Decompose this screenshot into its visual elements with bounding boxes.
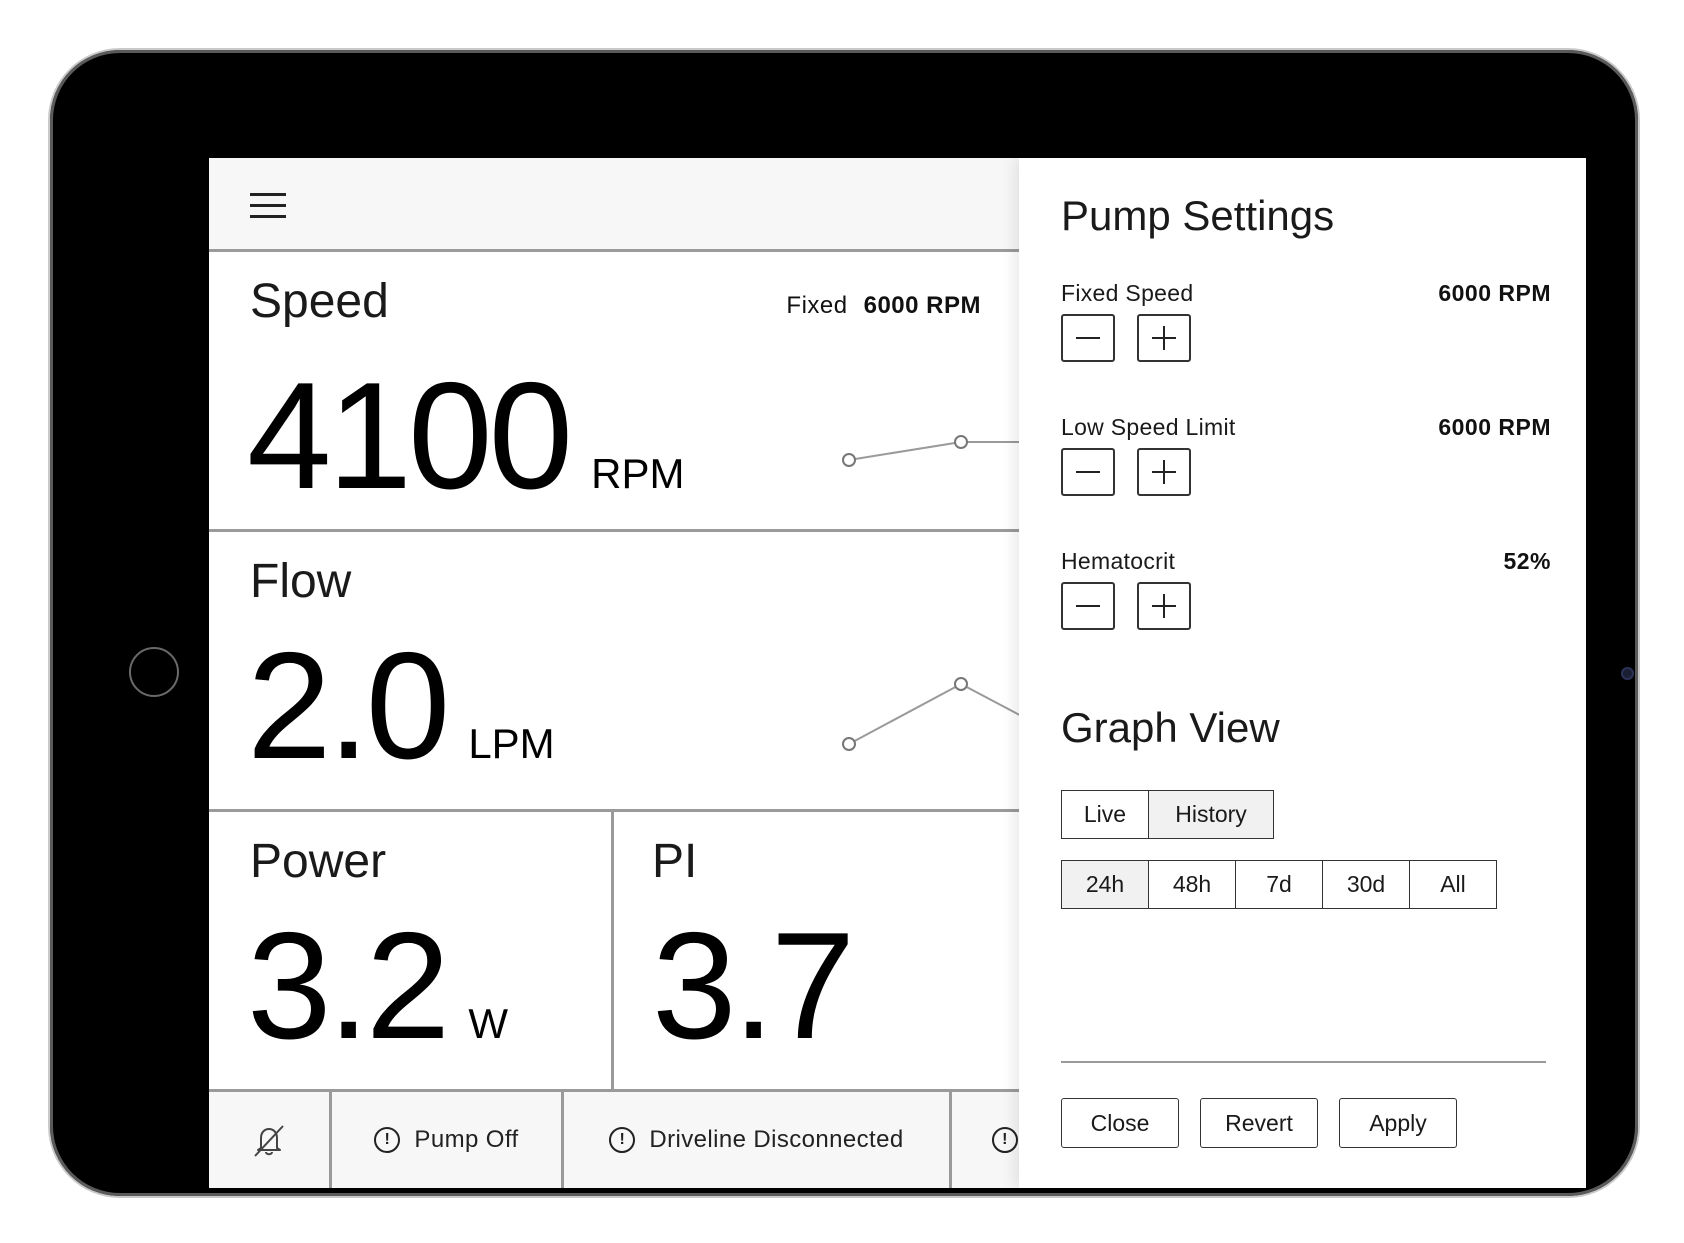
power-unit: W bbox=[468, 1000, 508, 1047]
speed-sparkline-point bbox=[842, 453, 856, 467]
close-button[interactable]: Close bbox=[1061, 1098, 1179, 1148]
pump-settings-drawer: Pump Settings Fixed Speed 6000 RPM Low S… bbox=[1019, 158, 1586, 1188]
plus-icon bbox=[1152, 594, 1176, 618]
tablet-frame: Speed Fixed 6000 RPM 4100 RPM Flow 2.0 LPM bbox=[50, 50, 1638, 1196]
minus-icon bbox=[1076, 605, 1100, 607]
pi-value: 3.7 bbox=[652, 901, 855, 1071]
setting-fixed-speed: Fixed Speed 6000 RPM bbox=[1061, 280, 1551, 370]
setting-label: Low Speed Limit bbox=[1061, 414, 1236, 440]
revert-button[interactable]: Revert bbox=[1200, 1098, 1318, 1148]
plus-icon bbox=[1152, 460, 1176, 484]
range-24h-button[interactable]: 24h bbox=[1062, 861, 1149, 908]
range-48h-button[interactable]: 48h bbox=[1149, 861, 1236, 908]
speed-sparkline-point bbox=[954, 435, 968, 449]
speed-sparkline bbox=[842, 435, 1019, 467]
minus-icon bbox=[1076, 471, 1100, 473]
speed-panel: Speed Fixed 6000 RPM 4100 RPM bbox=[209, 252, 1019, 532]
mode-history-button[interactable]: History bbox=[1149, 791, 1273, 838]
front-camera bbox=[1621, 667, 1634, 680]
graph-mode-toggle: Live History bbox=[1061, 790, 1274, 839]
bell-slash-icon bbox=[254, 1125, 284, 1157]
increment-button[interactable] bbox=[1137, 448, 1191, 496]
flow-sparkline-point bbox=[954, 677, 968, 691]
decrement-button[interactable] bbox=[1061, 582, 1115, 630]
alert-circle-icon: ! bbox=[374, 1127, 401, 1153]
setting-label: Hematocrit bbox=[1061, 548, 1176, 574]
mode-live-button[interactable]: Live bbox=[1062, 791, 1149, 838]
decrement-button[interactable] bbox=[1061, 314, 1115, 362]
status-bar: ! Pump Off ! Driveline Disconnected ! bbox=[209, 1092, 1019, 1188]
flow-sparkline bbox=[842, 677, 1019, 751]
range-7d-button[interactable]: 7d bbox=[1236, 861, 1323, 908]
range-30d-button[interactable]: 30d bbox=[1323, 861, 1410, 908]
home-button[interactable] bbox=[129, 647, 179, 697]
alert-driveline-disconnected[interactable]: ! Driveline Disconnected bbox=[564, 1092, 952, 1188]
top-bar bbox=[209, 158, 1019, 252]
setting-value: 52% bbox=[1503, 548, 1551, 574]
alert-label: Driveline Disconnected bbox=[649, 1126, 904, 1153]
time-range-selector: 24h 48h 7d 30d All bbox=[1061, 860, 1497, 909]
flow-panel: Flow 2.0 LPM bbox=[209, 532, 1019, 812]
speed-sparkline-line bbox=[848, 441, 1019, 461]
minus-icon bbox=[1076, 337, 1100, 339]
alert-circle-icon: ! bbox=[992, 1127, 1018, 1153]
increment-button[interactable] bbox=[1137, 314, 1191, 362]
power-title: Power bbox=[250, 835, 387, 888]
setting-value: 6000 RPM bbox=[1438, 414, 1551, 440]
range-all-button[interactable]: All bbox=[1410, 861, 1496, 908]
power-readout: 3.2 W bbox=[247, 910, 508, 1062]
setting-hematocrit: Hematocrit 52% bbox=[1061, 548, 1551, 638]
mute-alarm-button[interactable] bbox=[209, 1092, 332, 1188]
plus-icon bbox=[1152, 326, 1176, 350]
pi-title: PI bbox=[652, 835, 698, 888]
screen: Speed Fixed 6000 RPM 4100 RPM Flow 2.0 LPM bbox=[209, 158, 1586, 1188]
flow-sparkline-point bbox=[842, 737, 856, 751]
setting-low-speed-limit: Low Speed Limit 6000 RPM bbox=[1061, 414, 1551, 504]
graph-view-title: Graph View bbox=[1061, 704, 1280, 751]
alert-circle-icon: ! bbox=[609, 1127, 636, 1153]
setting-value: 6000 RPM bbox=[1438, 280, 1551, 306]
drawer-divider bbox=[1061, 1061, 1546, 1063]
increment-button[interactable] bbox=[1137, 582, 1191, 630]
dashboard: Speed Fixed 6000 RPM 4100 RPM Flow 2.0 LPM bbox=[209, 158, 1019, 1188]
pi-panel: PI 3.7 bbox=[614, 812, 1019, 1092]
flow-sparkline-line bbox=[848, 682, 1019, 745]
power-panel: Power 3.2 W bbox=[209, 812, 614, 1092]
alert-label: Pump Off bbox=[414, 1126, 519, 1153]
setting-label: Fixed Speed bbox=[1061, 280, 1194, 306]
power-value: 3.2 bbox=[247, 901, 450, 1071]
drawer-title: Pump Settings bbox=[1061, 192, 1335, 239]
decrement-button[interactable] bbox=[1061, 448, 1115, 496]
hamburger-menu-icon[interactable] bbox=[250, 193, 286, 221]
alert-pump-off[interactable]: ! Pump Off bbox=[332, 1092, 564, 1188]
apply-button[interactable]: Apply bbox=[1339, 1098, 1457, 1148]
